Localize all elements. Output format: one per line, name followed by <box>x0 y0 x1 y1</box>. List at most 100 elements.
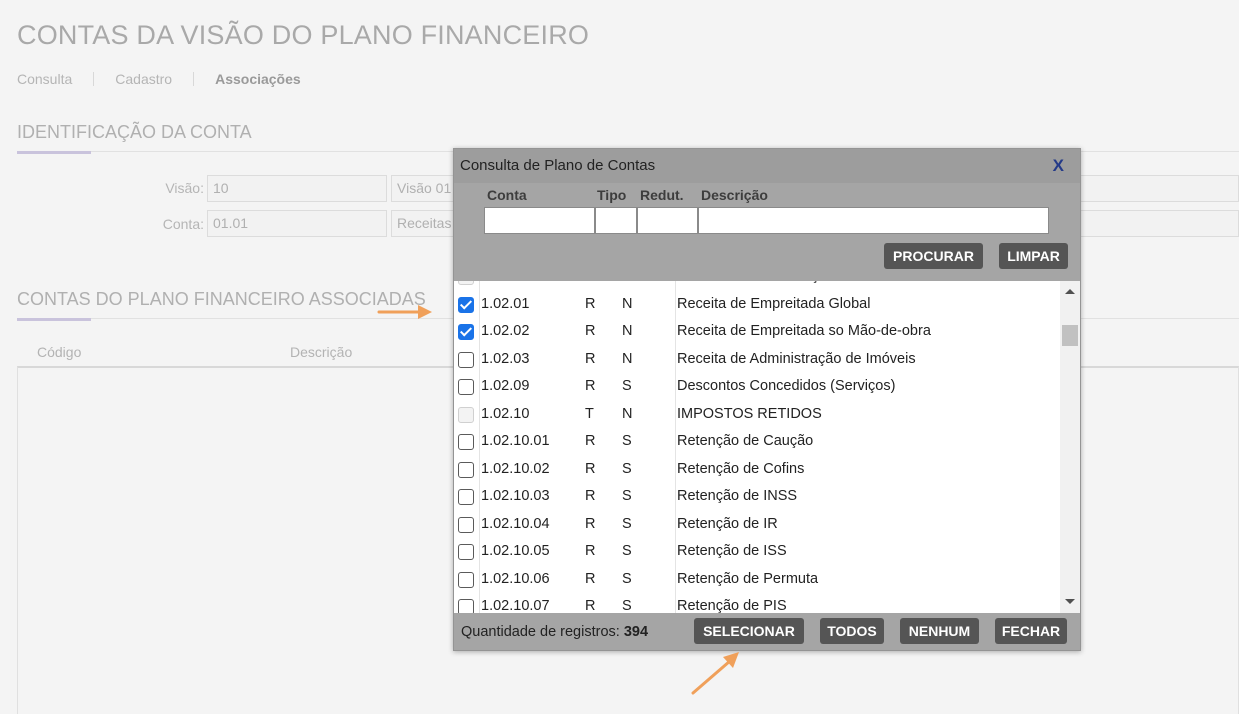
account-redut: S <box>622 488 632 504</box>
row-checkbox[interactable] <box>458 599 474 613</box>
descricao-filter-input[interactable] <box>698 207 1049 234</box>
account-description: Retenção de ISS <box>677 543 787 559</box>
row-checkbox[interactable] <box>458 461 474 478</box>
list-item[interactable]: 1.02 T N RECEITA DE SERVIÇOS <box>454 281 1060 291</box>
account-type: R <box>585 350 596 367</box>
account-description: Descontos Concedidos (Serviços) <box>677 378 896 394</box>
account-code: 1.02.10.05 <box>481 543 550 559</box>
account-redut: N <box>622 350 633 367</box>
record-count-label: Quantidade de registros: <box>461 624 620 640</box>
section-accent <box>17 318 91 321</box>
section-accent <box>17 151 91 154</box>
row-checkbox[interactable] <box>458 571 474 588</box>
account-description: Retenção de Cofins <box>677 460 805 477</box>
row-checkbox[interactable] <box>458 489 474 505</box>
account-description: RECEITA DE SERVIÇOS <box>677 281 841 284</box>
account-redut: S <box>622 543 632 559</box>
list-item[interactable]: 1.02.01 R N Receita de Empreitada Global <box>454 291 1060 319</box>
close-icon[interactable]: X <box>1053 156 1064 176</box>
account-type: R <box>585 570 596 587</box>
list-item[interactable]: 1.02.10.05 R S Retenção de ISS <box>454 538 1060 566</box>
visao-label: Visão: <box>165 180 204 196</box>
redut-filter-input[interactable] <box>637 207 698 234</box>
list-item[interactable]: 1.02.10.06 R S Retenção de Permuta <box>454 566 1060 594</box>
list-item[interactable]: 1.02.10.01 R S Retenção de Caução <box>454 428 1060 456</box>
account-redut: S <box>622 378 632 394</box>
account-code: 1.02.03 <box>481 350 530 367</box>
annotation-arrow-up-right-icon <box>691 652 739 695</box>
list-item[interactable]: 1.02.10.07 R S Retenção de PIS <box>454 593 1060 613</box>
todos-button[interactable]: TODOS <box>820 618 884 644</box>
account-description: Receita de Empreitada Global <box>677 295 871 312</box>
account-code: 1.02.10.02 <box>481 460 550 477</box>
section-title-identificacao: IDENTIFICAÇÃO DA CONTA <box>17 122 252 142</box>
plano-contas-dialog: Consulta de Plano de Contas X Conta Tipo… <box>453 148 1081 651</box>
account-description: Retenção de Permuta <box>677 570 819 587</box>
list-item[interactable]: 1.02.10 T N IMPOSTOS RETIDOS <box>454 401 1060 429</box>
fechar-button[interactable]: FECHAR <box>995 618 1067 644</box>
visao-code-field[interactable]: 10 <box>207 175 387 202</box>
account-type: R <box>585 323 596 339</box>
conta-filter-input[interactable] <box>484 207 595 234</box>
account-redut: S <box>622 515 632 532</box>
row-checkbox[interactable] <box>458 516 474 533</box>
list-item[interactable]: 1.02.10.03 R S Retenção de INSS <box>454 483 1060 511</box>
procurar-button[interactable]: PROCURAR <box>884 243 983 269</box>
account-type: R <box>585 488 596 504</box>
conta-label: Conta: <box>162 216 204 232</box>
nenhum-button[interactable]: NENHUM <box>900 618 979 644</box>
list-item[interactable]: 1.02.03 R N Receita de Administração de Imó… <box>454 346 1060 374</box>
filter-label-tipo: Tipo <box>597 187 627 203</box>
row-checkbox[interactable] <box>458 434 474 450</box>
record-count: Quantidade de registros: 394 <box>461 624 648 640</box>
dialog-title: Consulta de Plano de Contas <box>460 157 656 174</box>
limpar-button[interactable]: LIMPAR <box>999 243 1068 269</box>
accounts-list: 1.02 T N RECEITA DE SERVIÇOS 1.02.01 R N Receit… <box>454 281 1060 613</box>
account-code: 1.02.10 <box>481 405 530 422</box>
list-item[interactable]: 1.02.10.02 R S Retenção de Cofins <box>454 456 1060 484</box>
list-item[interactable]: 1.02.02 R N Receita de Empreitada so Mão-de… <box>454 318 1060 346</box>
row-checkbox[interactable] <box>458 379 474 395</box>
scroll-down-icon[interactable] <box>1065 599 1075 604</box>
tab-cadastro[interactable]: Cadastro <box>115 71 172 87</box>
account-type: R <box>585 598 596 613</box>
list-item[interactable]: 1.02.09 R S Descontos Concedidos (Serviços) <box>454 373 1060 401</box>
tab-consulta[interactable]: Consulta <box>17 71 72 87</box>
tab-associacoes[interactable]: Associações <box>215 71 301 87</box>
section-title-associadas: CONTAS DO PLANO FINANCEIRO ASSOCIADAS <box>17 289 426 309</box>
filter-label-descricao: Descrição <box>701 187 768 203</box>
tipo-filter-input[interactable] <box>595 207 637 234</box>
account-type: R <box>585 433 596 449</box>
row-checkbox[interactable] <box>458 544 474 560</box>
list-scrollbar[interactable] <box>1060 281 1080 613</box>
account-description: Retenção de Caução <box>677 433 814 449</box>
column-header-descricao[interactable]: Descrição <box>290 344 352 360</box>
account-redut: S <box>622 460 632 477</box>
account-type: T <box>585 405 594 422</box>
account-description: Retenção de INSS <box>677 488 798 504</box>
column-header-codigo[interactable]: Código <box>37 344 81 360</box>
account-type: R <box>585 515 596 532</box>
breadcrumb-separator <box>193 72 195 86</box>
account-code: 1.02.09 <box>481 378 530 394</box>
account-description: IMPOSTOS RETIDOS <box>677 405 822 422</box>
account-description: Retenção de PIS <box>677 598 787 613</box>
account-redut: N <box>622 405 633 422</box>
account-description: Receita de Empreitada so Mão-de-obra <box>677 323 931 339</box>
account-type: R <box>585 295 596 312</box>
scroll-up-icon[interactable] <box>1065 289 1075 294</box>
list-item[interactable]: 1.02.10.04 R S Retenção de IR <box>454 511 1060 539</box>
row-checkbox[interactable] <box>458 324 474 340</box>
breadcrumb-separator <box>93 72 95 86</box>
selecionar-button[interactable]: SELECIONAR <box>694 618 804 644</box>
account-redut: N <box>622 281 632 284</box>
account-redut: N <box>622 323 633 339</box>
account-type: R <box>585 460 596 477</box>
account-redut: S <box>622 570 632 587</box>
account-code: 1.02 <box>481 281 509 284</box>
row-checkbox[interactable] <box>458 296 474 313</box>
account-code: 1.02.10.03 <box>481 488 550 504</box>
conta-code-field[interactable]: 01.01 <box>207 210 387 237</box>
scroll-thumb[interactable] <box>1062 325 1078 346</box>
row-checkbox[interactable] <box>458 351 474 368</box>
